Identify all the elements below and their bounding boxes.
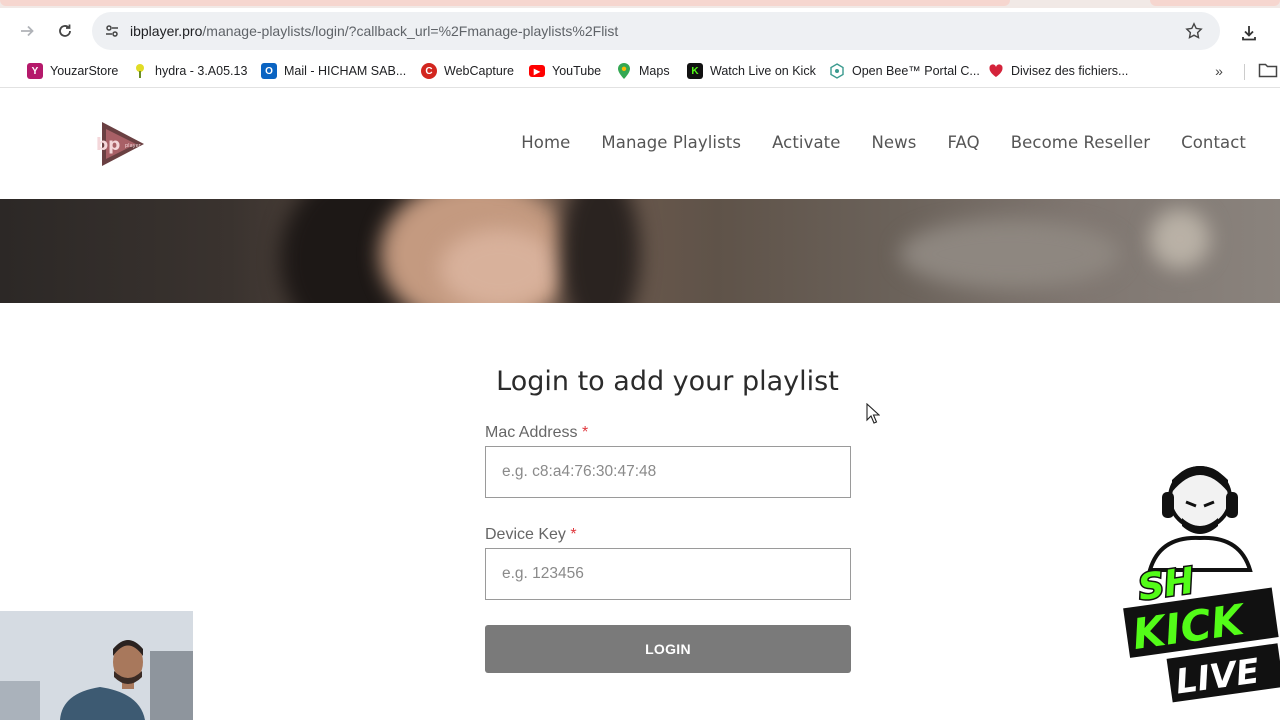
webcam-person-image [0, 611, 193, 720]
kick-live-text: SH KICK LIVE [1123, 559, 1280, 703]
nav-home[interactable]: Home [521, 133, 570, 152]
url-host: ibplayer.pro [130, 23, 203, 39]
site-header: bp player Home Manage Playlists Activate… [0, 89, 1280, 199]
required-mark: * [570, 526, 577, 543]
kick-icon: K [687, 63, 703, 79]
logo-text: bp [96, 135, 120, 155]
bookmarks-bar: Y YouzarStore hydra - 3.A05.13 O Mail - HI… [0, 54, 1280, 88]
bookmark-hydra[interactable]: hydra - 3.A05.13 [132, 60, 247, 82]
bookmark-youtube[interactable]: ▶ YouTube [529, 60, 601, 82]
main-nav: Home Manage Playlists Activate News FAQ … [521, 133, 1246, 152]
bookmark-label: hydra - 3.A05.13 [155, 64, 248, 78]
heart-icon [988, 63, 1004, 79]
login-title: Login to add your playlist [496, 366, 839, 397]
outlook-icon: O [261, 63, 277, 79]
logo-sub: player [125, 143, 142, 149]
chevron-double-right-icon[interactable]: » [1208, 60, 1230, 82]
avatar-icon [1147, 466, 1253, 572]
nav-contact[interactable]: Contact [1181, 133, 1246, 152]
bookmark-webcapture[interactable]: C WebCapture [421, 60, 514, 82]
nav-activate[interactable]: Activate [772, 133, 840, 152]
device-key-label-text: Device Key [485, 526, 566, 543]
bookmark-label: Maps [639, 64, 670, 78]
openbee-icon [829, 63, 845, 79]
browser-toolbar: ibplayer.pro/manage-playlists/login/?cal… [0, 8, 1280, 54]
youtube-icon: ▶ [529, 65, 545, 77]
required-mark: * [581, 424, 589, 441]
kick-live-badge: SH KICK LIVE [1120, 458, 1280, 720]
bookmark-label: WebCapture [444, 64, 514, 78]
url-path: /manage-playlists/login/?callback_url=%2… [202, 23, 619, 39]
address-bar[interactable]: ibplayer.pro/manage-playlists/login/?cal… [92, 12, 1220, 50]
bookmark-divisez[interactable]: Divisez des fichiers... [988, 60, 1128, 82]
reload-icon[interactable] [50, 16, 80, 46]
hero-banner-image [0, 199, 1280, 303]
bookmark-mail[interactable]: O Mail - HICHAM SAB... [261, 60, 406, 82]
forward-arrow-icon[interactable] [12, 16, 42, 46]
bookmark-label: Watch Live on Kick [710, 64, 816, 78]
bookmark-openbee[interactable]: Open Bee™ Portal C... [829, 60, 980, 82]
download-icon[interactable] [1236, 20, 1262, 46]
mac-address-label-text: Mac Address [485, 424, 578, 441]
address-url: ibplayer.pro/manage-playlists/login/?cal… [130, 23, 618, 39]
device-key-label: Device Key * [485, 526, 577, 544]
mac-address-input[interactable] [485, 446, 851, 498]
tune-icon[interactable] [100, 19, 124, 43]
bookmarks-divider [1244, 64, 1245, 80]
mac-address-label: Mac Address * [485, 424, 588, 442]
bookmark-label: Divisez des fichiers... [1011, 64, 1129, 78]
nav-manage-playlists[interactable]: Manage Playlists [601, 133, 741, 152]
active-tab-edge [0, 0, 1010, 6]
bookmark-maps[interactable]: Maps [616, 60, 670, 82]
bookmark-youzarstore[interactable]: Y YouzarStore [27, 60, 118, 82]
hydra-icon [132, 63, 148, 79]
bookmark-label: Open Bee™ Portal C... [852, 64, 980, 78]
youzarstore-icon: Y [27, 63, 43, 79]
bookmark-label: Mail - HICHAM SAB... [284, 64, 407, 78]
tab-strip [0, 0, 1280, 8]
tab-edge [1150, 0, 1280, 6]
star-icon[interactable] [1182, 19, 1206, 43]
nav-become-reseller[interactable]: Become Reseller [1011, 133, 1150, 152]
maps-icon [616, 63, 632, 79]
folder-icon[interactable] [1258, 62, 1280, 80]
bookmark-kick[interactable]: K Watch Live on Kick [687, 60, 816, 82]
bookmark-label: YouTube [552, 64, 602, 78]
ibplayer-logo[interactable]: bp player [92, 119, 152, 169]
webcapture-icon: C [421, 63, 437, 79]
login-button[interactable]: LOGIN [485, 625, 851, 673]
mouse-cursor-icon [866, 402, 881, 425]
webcam-overlay [0, 611, 193, 720]
nav-news[interactable]: News [871, 133, 916, 152]
nav-faq[interactable]: FAQ [947, 133, 979, 152]
bookmark-label: YouzarStore [50, 64, 119, 78]
device-key-input[interactable] [485, 548, 851, 600]
